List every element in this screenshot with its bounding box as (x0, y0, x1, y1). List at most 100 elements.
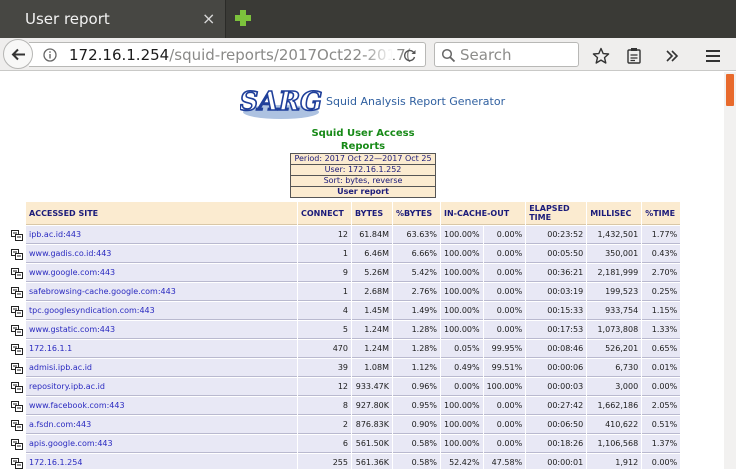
reading-list-icon[interactable] (625, 47, 643, 65)
out-cache-cell: 99.51% (483, 359, 526, 377)
table-row: admisi.ipb.ac.id 39 1.08M 1.12% 0.49% 99.51% 0… (9, 359, 681, 377)
bytes-cell: 561.50K (352, 435, 392, 453)
report-sort: Sort: bytes, reverse (290, 175, 436, 187)
pct-bytes-cell: 0.96% (393, 378, 440, 396)
detail-report-icon[interactable] (11, 324, 23, 336)
pct-bytes-cell: 5.42% (393, 264, 440, 282)
detail-report-icon[interactable] (11, 400, 23, 412)
row-detail-link[interactable] (9, 283, 25, 301)
site-cell[interactable]: a.fsdn.com:443 (26, 416, 297, 434)
bytes-cell: 876.83K (352, 416, 392, 434)
bytes-cell: 1.08M (352, 359, 392, 377)
row-detail-link[interactable] (9, 435, 25, 453)
connect-cell: 255 (298, 454, 351, 469)
site-info-icon[interactable] (43, 48, 57, 62)
vertical-scrollbar[interactable] (724, 72, 736, 469)
in-cache-cell: 100.00% (441, 264, 483, 282)
pct-bytes-cell: 0.95% (393, 397, 440, 415)
site-cell[interactable]: apis.google.com:443 (26, 435, 297, 453)
out-cache-cell: 0.00% (483, 435, 526, 453)
hamburger-menu-icon[interactable] (704, 47, 722, 65)
back-arrow-icon (11, 48, 25, 61)
new-tab-plus-icon[interactable] (233, 7, 253, 29)
site-cell[interactable]: 172.16.1.254 (26, 454, 297, 469)
in-cache-cell: 100.00% (441, 226, 483, 244)
millisec-cell: 1,073,808 (587, 321, 642, 339)
site-cell[interactable]: admisi.ipb.ac.id (26, 359, 297, 377)
row-detail-link[interactable] (9, 454, 25, 469)
detail-report-icon[interactable] (11, 362, 23, 374)
detail-report-icon[interactable] (11, 343, 23, 355)
detail-report-icon[interactable] (11, 438, 23, 450)
url-text[interactable]: 172.16.1.254/squid-reports/2017Oct22-201… (69, 46, 412, 64)
table-row: www.gstatic.com:443 5 1.24M 1.28% 100.00% 0.0… (9, 321, 681, 339)
out-cache-cell: 0.00% (483, 226, 526, 244)
tab-title: User report (25, 10, 110, 28)
row-detail-link[interactable] (9, 264, 25, 282)
row-detail-link[interactable] (9, 245, 25, 263)
close-tab-icon[interactable]: × (202, 9, 215, 28)
detail-report-icon[interactable] (11, 381, 23, 393)
site-cell[interactable]: 172.16.1.1 (26, 340, 297, 358)
report-type: User report (290, 186, 436, 198)
pct-bytes-cell: 1.49% (393, 302, 440, 320)
site-cell[interactable]: safebrowsing-cache.google.com:443 (26, 283, 297, 301)
site-cell[interactable]: www.gadis.co.id:443 (26, 245, 297, 263)
connect-cell: 5 (298, 321, 351, 339)
detail-report-icon[interactable] (11, 419, 23, 431)
row-detail-link[interactable] (9, 302, 25, 320)
table-row: 172.16.1.254 255 561.36K 0.58% 52.42% 47.58% 0… (9, 454, 681, 469)
site-cell[interactable]: www.gstatic.com:443 (26, 321, 297, 339)
pct-time-cell: 2.70% (642, 264, 681, 282)
site-cell[interactable]: tpc.googlesyndication.com:443 (26, 302, 297, 320)
col-elapsed-time: ELAPSED TIME (526, 202, 587, 225)
search-input[interactable]: Search (460, 46, 512, 64)
active-tab[interactable]: User report × (0, 0, 226, 38)
millisec-cell: 1,662,186 (587, 397, 642, 415)
out-cache-cell: 100.00% (483, 378, 526, 396)
detail-report-icon[interactable] (11, 457, 23, 469)
site-cell[interactable]: www.google.com:443 (26, 264, 297, 282)
detail-report-icon[interactable] (11, 248, 23, 260)
site-cell[interactable]: ipb.ac.id:443 (26, 226, 297, 244)
row-detail-link[interactable] (9, 378, 25, 396)
in-cache-cell: 52.42% (441, 454, 483, 469)
back-button[interactable] (3, 39, 33, 69)
pct-bytes-cell: 0.90% (393, 416, 440, 434)
pct-time-cell: 0.01% (642, 359, 681, 377)
site-cell[interactable]: repository.ipb.ac.id (26, 378, 297, 396)
in-cache-cell: 100.00% (441, 416, 483, 434)
detail-report-icon[interactable] (11, 305, 23, 317)
bytes-cell: 1.45M (352, 302, 392, 320)
report-heading: Squid User Access Reports (311, 128, 415, 152)
row-detail-link[interactable] (9, 226, 25, 244)
overflow-chevron-icon[interactable] (663, 47, 681, 65)
row-detail-link[interactable] (9, 321, 25, 339)
pct-bytes-cell: 0.58% (393, 454, 440, 469)
elapsed-time-cell: 00:17:53 (526, 321, 587, 339)
elapsed-time-cell: 00:00:01 (526, 454, 587, 469)
table-row: apis.google.com:443 6 561.50K 0.58% 100.00% 0… (9, 435, 681, 453)
pct-time-cell: 0.51% (642, 416, 681, 434)
pct-time-cell: 1.33% (642, 321, 681, 339)
detail-report-icon[interactable] (11, 267, 23, 279)
connect-cell: 1 (298, 283, 351, 301)
table-row: tpc.googlesyndication.com:443 4 1.45M 1.49%… (9, 302, 681, 320)
site-cell[interactable]: www.facebook.com:443 (26, 397, 297, 415)
pct-time-cell: 0.25% (642, 283, 681, 301)
row-detail-link[interactable] (9, 416, 25, 434)
row-detail-link[interactable] (9, 359, 25, 377)
table-row: a.fsdn.com:443 2 876.83K 0.90% 100.00% 0.00% 0… (9, 416, 681, 434)
connect-cell: 8 (298, 397, 351, 415)
row-detail-link[interactable] (9, 397, 25, 415)
detail-report-icon[interactable] (11, 286, 23, 298)
detail-report-icon[interactable] (11, 229, 23, 241)
scrollbar-thumb[interactable] (726, 74, 734, 106)
address-bar[interactable]: 172.16.1.254/squid-reports/2017Oct22-201… (29, 42, 426, 67)
reload-icon[interactable] (402, 48, 418, 62)
search-bar[interactable]: Search (434, 42, 579, 67)
bookmark-star-icon[interactable] (592, 47, 610, 65)
search-icon (441, 48, 456, 63)
row-detail-link[interactable] (9, 340, 25, 358)
sarg-logo: SARG (240, 86, 322, 119)
